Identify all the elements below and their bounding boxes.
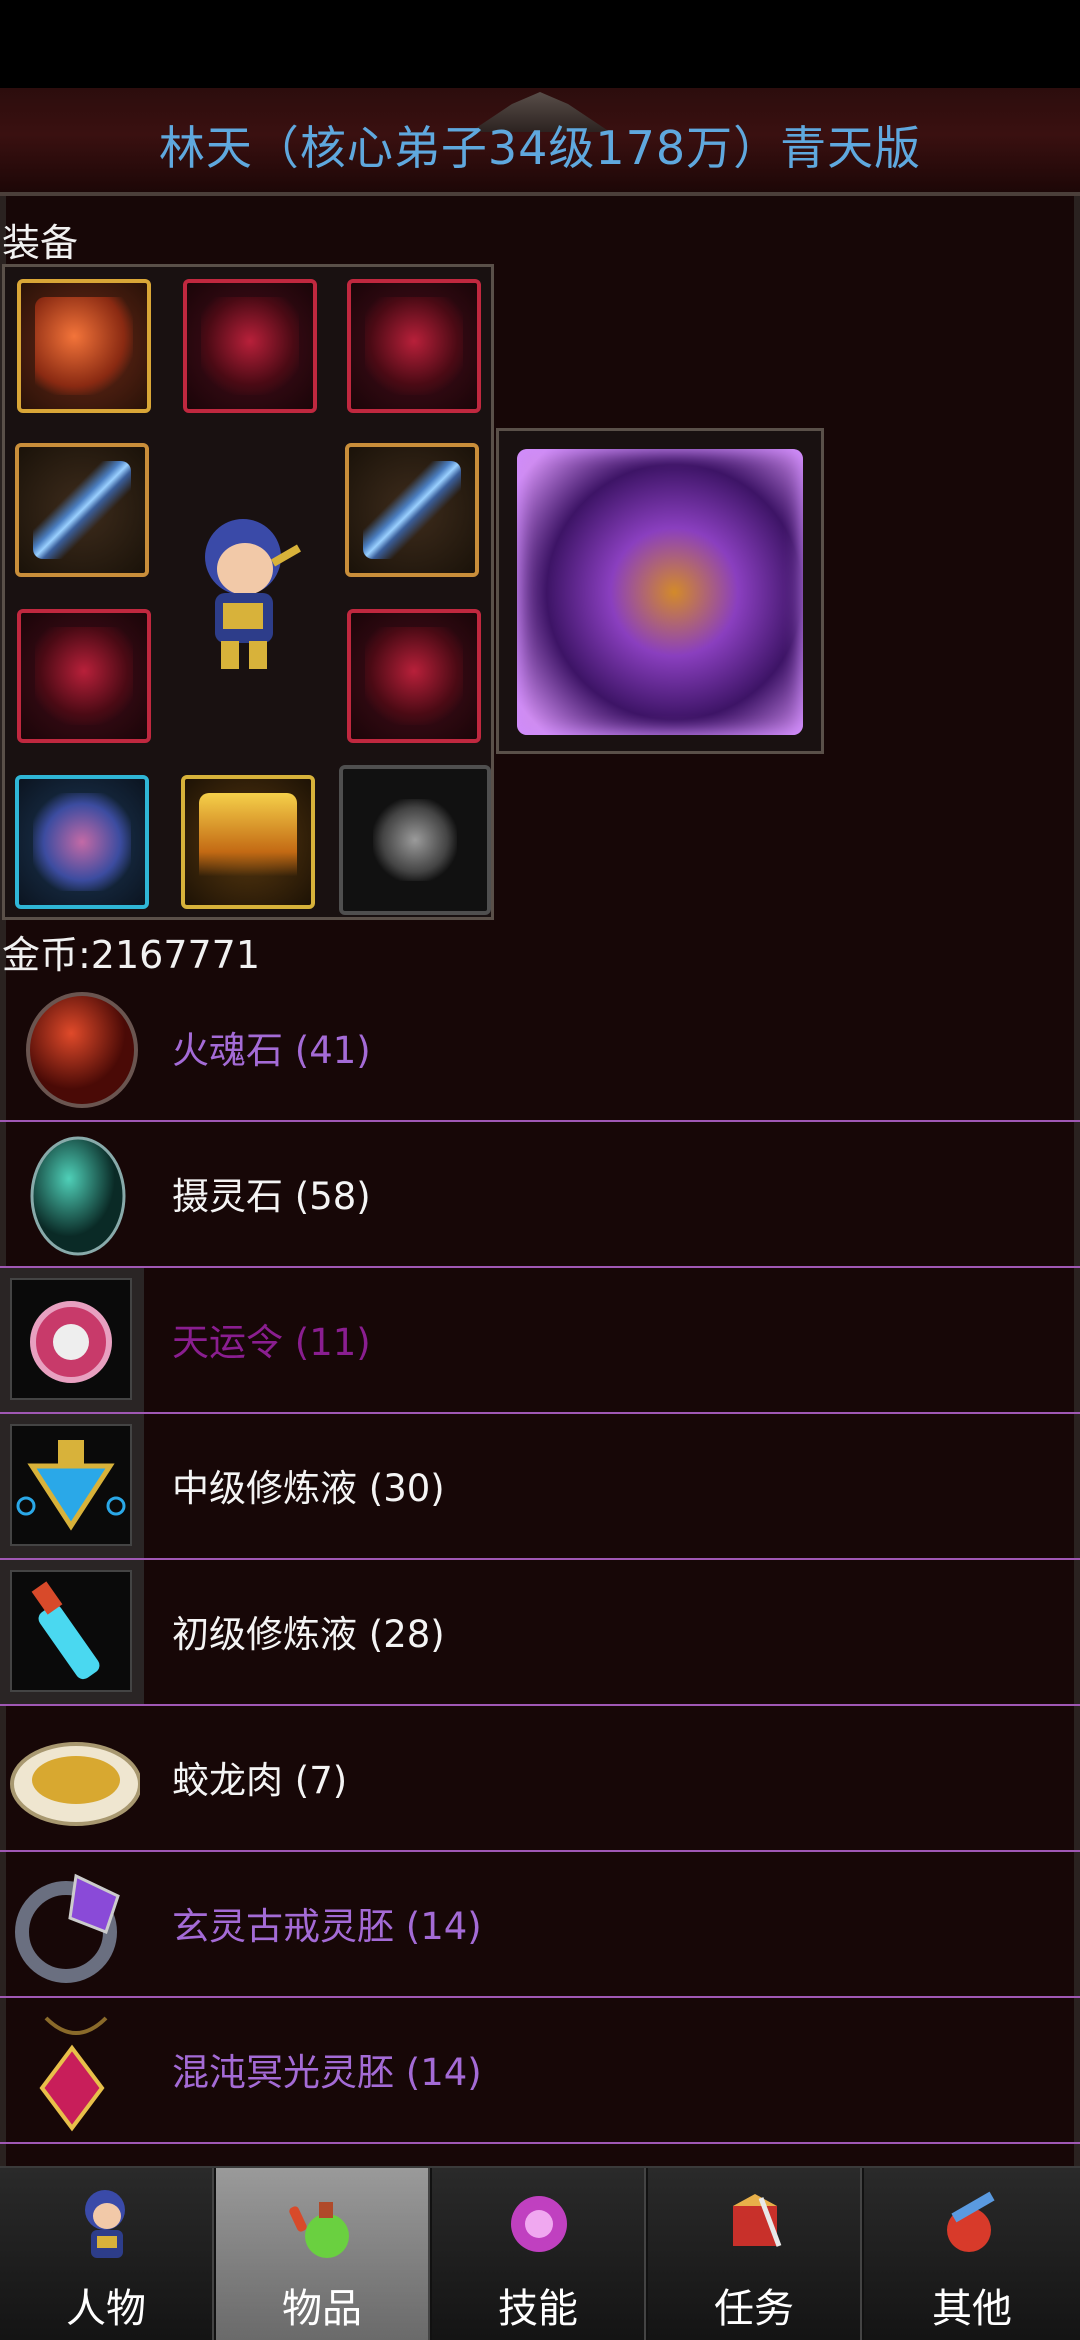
list-item[interactable]: 蛟龙肉 (7) — [0, 1706, 1080, 1852]
item-label: 蛟龙肉 (7) — [172, 1759, 348, 1802]
chaos-pendant-icon — [39, 2016, 108, 2132]
helmet-slot[interactable] — [17, 279, 151, 413]
list-item[interactable]: 混沌冥光灵胚 (14) — [0, 1998, 1080, 2144]
necklace-slot[interactable] — [183, 279, 317, 413]
armor-slot-right[interactable] — [347, 609, 481, 743]
intermediate-potion-frame — [10, 1424, 132, 1546]
list-item[interactable]: 初级修炼液 (28) — [0, 1560, 1080, 1706]
tab-label: 任务 — [714, 2286, 794, 2332]
tab-label: 人物 — [66, 2286, 146, 2332]
list-item[interactable]: 中级修炼液 (30) — [0, 1414, 1080, 1560]
character-icon — [85, 2190, 125, 2258]
quests-icon — [733, 2194, 782, 2247]
list-item[interactable]: 天运令 (11) — [0, 1268, 1080, 1414]
spirit-stone-icon — [30, 1136, 126, 1256]
belt-slot[interactable] — [181, 775, 315, 909]
fire-soul-stone-icon — [26, 992, 138, 1108]
tab-items[interactable]: 物品 — [216, 2168, 430, 2340]
basic-potion-icon — [0, 1560, 144, 1704]
boots-slot[interactable] — [15, 775, 149, 909]
amulet-slot[interactable] — [347, 279, 481, 413]
basic-potion-frame — [10, 1570, 132, 1692]
beads-slot[interactable] — [339, 765, 491, 915]
page-title: 林天（核心弟子34级178万）青天版 — [158, 121, 922, 175]
bottom-tab-bar: 人物 物品 技能 任务 其他 — [0, 2166, 1080, 2340]
item-label: 初级修炼液 (28) — [172, 1613, 445, 1656]
tab-other[interactable]: 其他 — [864, 2168, 1080, 2340]
intermediate-potion-art — [16, 1440, 126, 1531]
fortune-token-art — [30, 1301, 112, 1383]
mount-pet-icon — [517, 449, 803, 735]
item-label: 玄灵古戒灵胚 (14) — [172, 1905, 482, 1948]
item-label: 火魂石 (41) — [172, 1029, 371, 1072]
fortune-token-frame — [10, 1278, 132, 1400]
skills-icon — [511, 2196, 567, 2252]
gold-counter: 金币:2167771 — [2, 933, 261, 977]
ancient-ring-icon — [15, 1873, 120, 1983]
intermediate-potion-icon — [0, 1414, 144, 1558]
status-bar — [0, 0, 1080, 88]
tab-quests[interactable]: 任务 — [648, 2168, 862, 2340]
character-avatar-icon — [205, 519, 301, 669]
list-item[interactable]: 摄灵石 (58) — [0, 1122, 1080, 1268]
other-icon — [947, 2191, 995, 2252]
basic-potion-art — [31, 1581, 100, 1680]
fortune-token-icon — [0, 1268, 144, 1412]
item-label: 混沌冥光灵胚 (14) — [172, 2051, 482, 2094]
weapon-slot-left[interactable] — [15, 443, 149, 577]
item-label: 天运令 (11) — [172, 1321, 371, 1364]
featured-item-slot[interactable] — [496, 428, 824, 754]
list-item[interactable]: 玄灵古戒灵胚 (14) — [0, 1852, 1080, 1998]
dragon-meat-icon — [10, 1742, 140, 1826]
tab-skills[interactable]: 技能 — [432, 2168, 646, 2340]
inventory-list: 火魂石 (41) 摄灵石 (58) 天运令 (11) 中级修炼液 (30) 初级… — [0, 976, 1080, 2144]
armor-slot-left[interactable] — [17, 609, 151, 743]
item-label: 摄灵石 (58) — [172, 1175, 371, 1218]
tab-label: 技能 — [498, 2286, 578, 2332]
items-potion-icon — [289, 2202, 349, 2258]
item-label: 中级修炼液 (30) — [172, 1467, 445, 1510]
tab-label: 物品 — [282, 2286, 362, 2332]
tab-character[interactable]: 人物 — [0, 2168, 214, 2340]
equipment-panel — [2, 264, 494, 920]
equipment-label: 装备 — [2, 221, 79, 265]
weapon-slot-right[interactable] — [345, 443, 479, 577]
tab-label: 其他 — [932, 2286, 1012, 2332]
list-item[interactable]: 火魂石 (41) — [0, 976, 1080, 1122]
